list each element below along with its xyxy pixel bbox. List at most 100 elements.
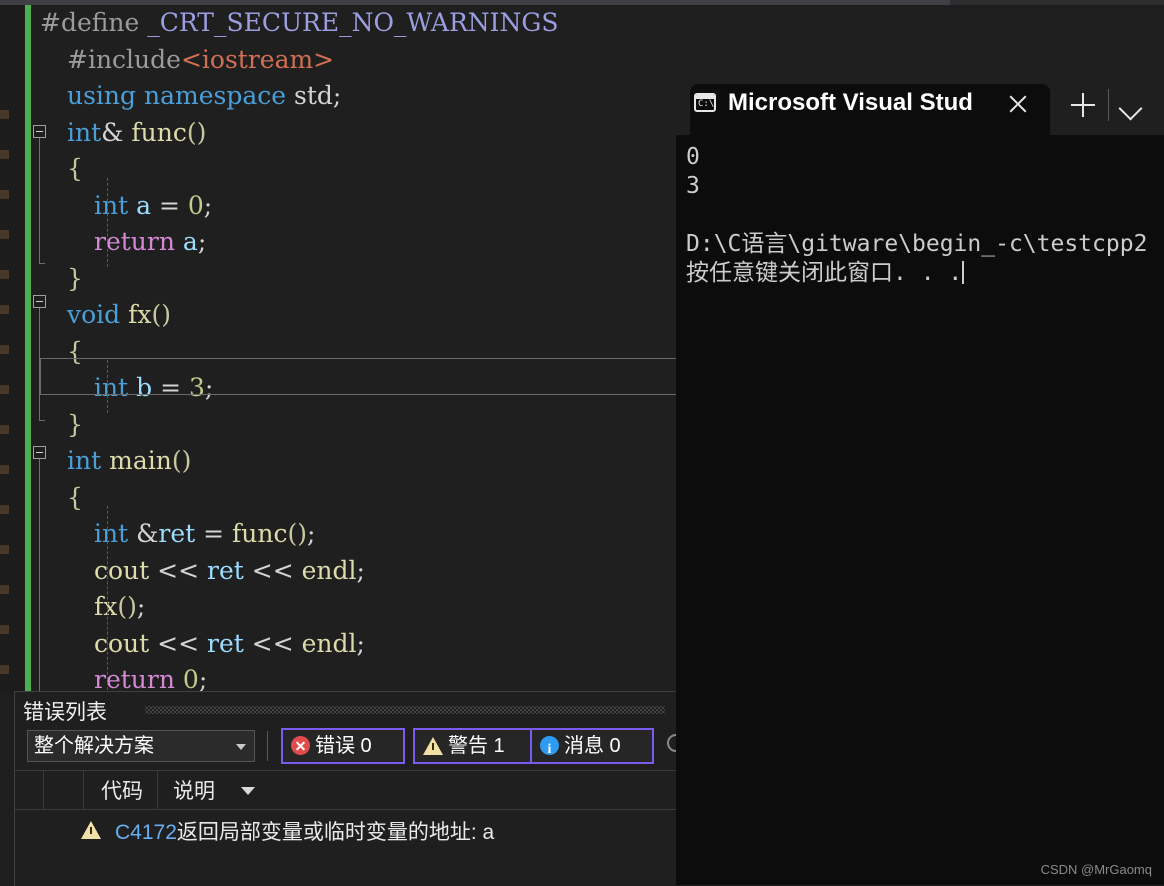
plus-icon[interactable] (1071, 93, 1095, 117)
code-token: func (232, 519, 288, 548)
scope-filter-dropdown[interactable]: 整个解决方案 (27, 730, 255, 762)
code-token: { (67, 154, 83, 183)
indent-guide (107, 360, 108, 413)
code-line[interactable]: { (40, 480, 680, 517)
chevron-down-icon (236, 744, 246, 750)
code-token: _CRT_SECURE_NO_WARNINGS (147, 8, 559, 37)
code-line[interactable]: cout << ret << endl; (40, 626, 680, 663)
console-cursor (962, 261, 965, 284)
code-line[interactable]: return 0; (40, 662, 680, 691)
code-token: int (67, 117, 102, 147)
error-list-column-header[interactable]: 代码 说明 (15, 770, 677, 810)
line-number-ghost (0, 465, 9, 474)
code-token: std (293, 81, 333, 110)
code-token: a (136, 190, 152, 220)
code-line[interactable]: return a; (40, 224, 680, 261)
code-token: endl (301, 628, 357, 658)
code-token: ; (204, 373, 214, 402)
code-line[interactable]: { (40, 151, 680, 188)
code-token: 3 (188, 373, 205, 402)
code-token: endl (301, 555, 357, 585)
code-line[interactable]: using namespace std; (40, 78, 680, 115)
code-token: int (94, 373, 129, 402)
code-token: ; (356, 555, 365, 585)
code-token: int (67, 446, 102, 475)
console-titlebar[interactable]: C:\ Microsoft Visual Stud (676, 78, 1164, 135)
code-token: ret (207, 628, 244, 658)
error-list-panel[interactable]: 错误列表 整个解决方案 错误 0 警告 1 消息 0 代码 说明 C4172返回… (14, 691, 685, 886)
column-header-code[interactable]: 代码 (101, 775, 143, 805)
column-divider[interactable] (43, 771, 44, 809)
code-line[interactable]: int &ret = func(); (40, 516, 680, 553)
code-token: () (287, 519, 307, 548)
code-line[interactable]: cout << ret << endl; (40, 553, 680, 590)
console-prompt-icon-glyph: C:\ (698, 99, 715, 109)
panel-drag-grip[interactable] (145, 706, 665, 714)
sort-descending-caret-icon[interactable] (241, 787, 255, 795)
code-line[interactable]: int main() (40, 443, 680, 480)
code-token: ret (207, 555, 244, 585)
error-list-title: 错误列表 (23, 701, 107, 724)
code-token: = (152, 373, 189, 402)
close-icon[interactable] (1006, 92, 1030, 116)
error-list-toolbar[interactable]: 整个解决方案 错误 0 警告 1 消息 0 (15, 728, 685, 770)
code-line[interactable]: int& func() (40, 115, 680, 152)
error-circle-icon (291, 736, 310, 755)
code-token: () (151, 300, 172, 329)
messages-filter-button[interactable]: 消息 0 (530, 728, 654, 766)
messages-filter-label: 消息 0 (564, 735, 621, 757)
toolbar-separator (267, 731, 268, 761)
line-number-ghost (0, 230, 9, 239)
table-row[interactable]: C4172返回局部变量或临时变量的地址: a (15, 810, 677, 850)
code-line[interactable]: } (40, 261, 680, 298)
console-output-line: 3 (686, 173, 700, 199)
line-number-ghost (0, 305, 9, 314)
code-token: ret (158, 519, 196, 548)
warnings-filter-button[interactable]: 警告 1 (413, 728, 537, 764)
column-header-description[interactable]: 说明 (173, 775, 215, 805)
line-number-ghost (0, 665, 9, 674)
line-number-ghost (0, 345, 9, 354)
code-token: cout (94, 628, 150, 658)
column-divider[interactable] (157, 771, 158, 809)
code-line[interactable]: } (40, 407, 680, 444)
code-line[interactable]: int b = 3; (40, 370, 680, 407)
code-text[interactable]: #define _CRT_SECURE_NO_WARNINGS #include<… (40, 5, 680, 691)
code-token: & (101, 117, 124, 147)
chevron-down-icon[interactable] (1118, 96, 1143, 121)
line-number-ghost (0, 585, 9, 594)
code-line[interactable]: fx(); (40, 589, 680, 626)
code-editor[interactable]: #define _CRT_SECURE_NO_WARNINGS #include<… (0, 5, 680, 691)
line-number-ghost (0, 270, 9, 279)
errors-filter-button[interactable]: 错误 0 (281, 728, 405, 764)
code-token: func (131, 117, 187, 147)
code-token: main (109, 446, 172, 475)
code-line[interactable]: #include<iostream> (40, 42, 680, 79)
info-circle-icon (540, 734, 559, 766)
error-code-link[interactable]: C4172 (115, 821, 177, 844)
line-number-ghost (0, 625, 9, 634)
code-line[interactable]: #define _CRT_SECURE_NO_WARNINGS (40, 5, 680, 42)
code-token: fx (128, 300, 152, 329)
code-line[interactable]: { (40, 334, 680, 371)
code-token: } (67, 409, 83, 439)
code-token: << (149, 555, 207, 585)
console-output[interactable]: 0 3 D:\C语言\gitware\begin_-c\testcpp2 按任意键关… (676, 135, 1164, 885)
line-number-ghost (0, 545, 9, 554)
line-number-ghost (0, 505, 9, 514)
column-divider[interactable] (83, 771, 84, 809)
code-token: cout (94, 555, 150, 585)
code-line[interactable]: int a = 0; (40, 188, 680, 225)
code-line[interactable]: void fx() (40, 297, 680, 334)
code-token: int (94, 190, 129, 220)
line-number-ghost (0, 425, 9, 434)
code-token: namespace (143, 81, 287, 110)
console-window[interactable]: C:\ Microsoft Visual Stud 0 3 D:\C语言\gitw… (676, 78, 1164, 885)
